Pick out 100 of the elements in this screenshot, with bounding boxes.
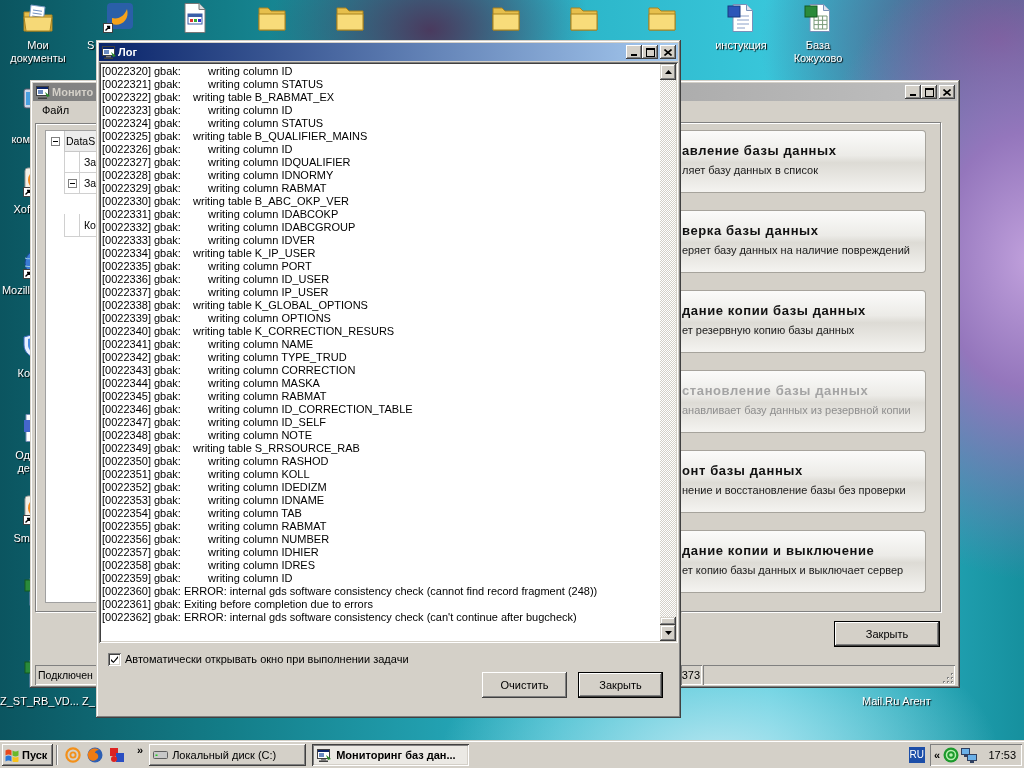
title-close-button[interactable]: [660, 45, 676, 59]
drive-icon: [153, 751, 169, 759]
scroll-up-button[interactable]: [660, 64, 676, 80]
close-icon: [943, 88, 951, 96]
close-icon: [664, 48, 672, 56]
app-icon: [316, 747, 333, 763]
log-line: [0022354] gbak: writing column TAB: [102, 507, 303, 520]
log-line: [0022329] gbak: writing column RABMAT: [102, 182, 328, 195]
window-title: Монито: [52, 86, 94, 98]
log-line: [0022342] gbak: writing column TYPE_TRUD: [102, 351, 348, 364]
desktop-icon-label: Од де: [15, 449, 30, 475]
log-line: [0022341] gbak: writing column NAME: [102, 338, 315, 351]
log-line: [0022358] gbak: writing column IDRES: [102, 559, 317, 572]
app-icon: [101, 44, 117, 60]
checkbox-label[interactable]: Автоматически открывать окно при выполнении задачи: [125, 653, 409, 665]
desktop-icon-label: ком: [11, 133, 30, 146]
close-button[interactable]: Закрыть: [834, 621, 940, 647]
more-button[interactable]: »: [137, 744, 144, 756]
log-line: [0022335] gbak: writing column PORT: [102, 260, 313, 273]
dialog-button[interactable]: Очистить: [482, 672, 567, 698]
scrollbar-thumb[interactable]: [660, 617, 676, 625]
log-line: [0022351] gbak: writing column KOLL: [102, 468, 311, 481]
scroll-down-button[interactable]: [660, 625, 676, 641]
desktop-icon-label: Z_ST_RB_VD...: [0, 695, 79, 708]
log-line: [0022320] gbak: writing column ID: [102, 65, 294, 78]
log-line: [0022328] gbak: writing column IDNORMY: [102, 169, 335, 182]
desktop-icon-label: инстукция: [715, 39, 767, 52]
log-line: [0022353] gbak: writing column IDNAME: [102, 494, 326, 507]
desktop-icon-label: Ко: [17, 367, 30, 380]
maximize-icon: [645, 47, 655, 57]
log-line: [0022338] gbak: writing table K_GLOBAL_OPTIONS: [102, 299, 369, 312]
checkbox[interactable]: [108, 652, 121, 666]
log-line: [0022331] gbak: writing column IDABCOKP: [102, 208, 340, 221]
flag-icon: [5, 748, 19, 762]
documents-folder-icon[interactable]: [22, 2, 54, 34]
start-button[interactable]: Пуск: [2, 744, 53, 766]
log-line: [0022350] gbak: writing column RASHOD: [102, 455, 330, 468]
taskbar-button[interactable]: Локальный диск (C:): [149, 744, 307, 766]
minimize-icon: [631, 54, 637, 56]
menu-item[interactable]: Файл: [40, 104, 72, 116]
action-button[interactable]: авление базы данных ляет базу данных в список: [681, 130, 926, 193]
log-line: [0022337] gbak: writing column IP_USER: [102, 286, 330, 299]
app-icon: [35, 84, 51, 100]
dialog-button[interactable]: Закрыть: [578, 672, 663, 698]
log-line: [0022336] gbak: writing column ID_USER: [102, 273, 331, 286]
log-line: [0022346] gbak: writing column ID_CORRECTION_TABLE: [102, 403, 414, 416]
language-indicator[interactable]: RU: [908, 747, 925, 763]
log-line: [0022333] gbak: writing column IDVER: [102, 234, 317, 247]
log-line: [0022349] gbak: writing table S_RRSOURCE_RAB: [102, 442, 361, 455]
desktop-icon-label: Mail.Ru Агент: [862, 695, 931, 708]
status-panel: 373: [680, 665, 702, 685]
collapse-icon[interactable]: [50, 137, 60, 146]
minimize-icon: [910, 94, 916, 96]
desktop-icon-label: Мои документы: [9, 39, 67, 65]
tree-node-label[interactable]: Ко: [84, 219, 96, 231]
log-line: [0022360] gbak: ERROR: internal gds software consistency check (cannot find record fragment (248)): [102, 585, 599, 598]
taskbar-button[interactable]: Мониторинг баз дан...: [312, 744, 470, 766]
tree-node-label[interactable]: За: [84, 177, 97, 189]
log-line: [0022332] gbak: writing column IDABCGROUP: [102, 221, 357, 234]
resize-grip-icon[interactable]: [943, 673, 954, 684]
log-line: [0022339] gbak: writing column OPTIONS: [102, 312, 332, 325]
clock: 17:53: [988, 749, 1016, 761]
log-line: [0022356] gbak: writing column NUMBER: [102, 533, 331, 546]
minimize-button[interactable]: [905, 85, 921, 99]
column-header[interactable]: DataS: [64, 131, 97, 152]
log-line: [0022359] gbak: writing column ID: [102, 572, 294, 585]
log-line: [0022334] gbak: writing table K_IP_USER: [102, 247, 317, 260]
action-button[interactable]: дание копии базы данных ет резервную копию базы данных: [681, 290, 926, 353]
action-button[interactable]: дание копии и выключение ет копию базы данных и выключает сервер: [681, 530, 926, 593]
maximize-button[interactable]: [921, 85, 937, 99]
desktop-icon-label: Mozill: [1, 284, 30, 297]
tree-node-label[interactable]: За: [84, 156, 97, 168]
log-line: [0022327] gbak: writing column IDQUALIFIER: [102, 156, 352, 169]
log-line: [0022323] gbak: writing column ID: [102, 104, 294, 117]
log-line: [0022330] gbak: writing table B_ABC_OKP_VER: [102, 195, 350, 208]
window-title: Лог: [118, 46, 138, 58]
log-line: [0022340] gbak: writing table K_CORRECTION_RESURS: [102, 325, 396, 338]
desktop-icon-label: S: [87, 39, 95, 52]
down-arrow-icon: [664, 631, 672, 635]
shortcut-icon[interactable]: [102, 2, 134, 34]
desktop-icon-label: Xof: [13, 203, 30, 216]
log-line: [0022347] gbak: writing column ID_SELF: [102, 416, 328, 429]
log-line: [0022355] gbak: writing column RABMAT: [102, 520, 328, 533]
collapse-icon[interactable]: [67, 178, 77, 188]
app-icon[interactable]: [109, 747, 125, 763]
network-icon[interactable]: [961, 747, 978, 763]
action-button[interactable]: верка базы данных еряет базу данных на наличие повреждений: [681, 210, 926, 273]
log-line: [0022348] gbak: writing column NOTE: [102, 429, 313, 442]
tray-expand-button[interactable]: «: [934, 749, 941, 761]
minimize-button[interactable]: [626, 45, 642, 59]
log-line: [0022326] gbak: writing column ID: [102, 143, 294, 156]
log-line: [0022352] gbak: writing column IDEDIZM: [102, 481, 328, 494]
title-close-button[interactable]: [939, 85, 955, 99]
desktop-icon-label: Z_: [82, 695, 95, 708]
log-line: [0022362] gbak: ERROR: internal gds software consistency check (can't continue after bugcheck): [102, 611, 578, 624]
action-button[interactable]: онт базы данных нение и восстановление базы без проверки: [681, 450, 926, 513]
up-arrow-icon: [664, 70, 672, 74]
maximize-button[interactable]: [642, 45, 658, 59]
desktop-icon-label: Sm: [13, 532, 30, 545]
log-line: [0022322] gbak: writing table B_RABMAT_EX: [102, 91, 336, 104]
